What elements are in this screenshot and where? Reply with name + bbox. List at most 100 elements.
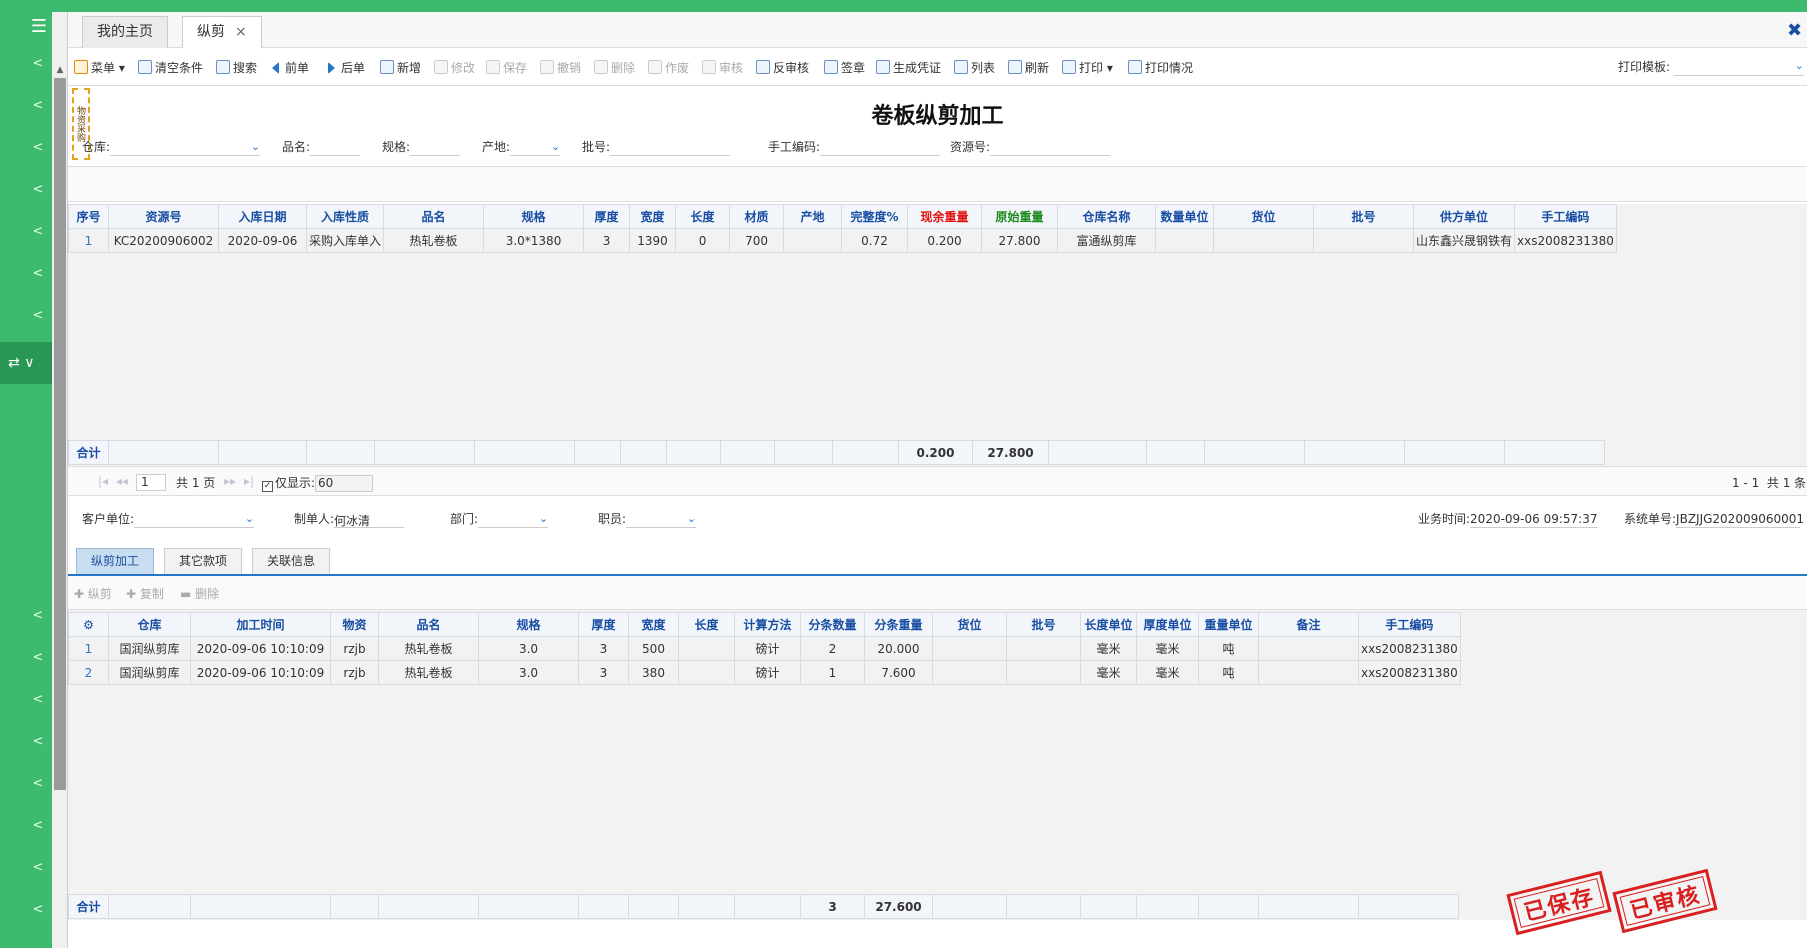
- column-header[interactable]: 仓库名称: [1057, 204, 1157, 229]
- column-header[interactable]: 计算方法: [734, 612, 801, 637]
- column-header[interactable]: 品名: [378, 612, 479, 637]
- next-button[interactable]: 后单: [328, 58, 365, 78]
- column-header[interactable]: 厚度: [578, 612, 629, 637]
- generate-voucher-button[interactable]: 生成凭证: [876, 58, 941, 78]
- business-time-field[interactable]: 业务时间:2020-09-06 09:57:37: [1418, 510, 1599, 528]
- column-header[interactable]: 数量单位: [1155, 204, 1215, 229]
- column-header[interactable]: 备注: [1258, 612, 1359, 637]
- maker-field[interactable]: 制单人:何冰清: [294, 510, 405, 528]
- delete-button[interactable]: 删除: [594, 58, 635, 78]
- slit-button[interactable]: ✚ 纵剪: [74, 585, 112, 602]
- column-header[interactable]: 长度: [675, 204, 731, 229]
- scroll-up-icon[interactable]: ▲: [54, 64, 66, 76]
- search-button[interactable]: 搜索: [216, 58, 257, 78]
- column-header[interactable]: 序号: [68, 204, 109, 229]
- warehouse-field[interactable]: 仓库: ⌄: [82, 138, 261, 156]
- column-header[interactable]: 货位: [1213, 204, 1315, 229]
- column-header[interactable]: 批号: [1313, 204, 1415, 229]
- column-header[interactable]: 厚度: [583, 204, 631, 229]
- column-header[interactable]: 宽度: [629, 204, 677, 229]
- print-template-select[interactable]: 打印模板: ⌄: [1618, 58, 1804, 76]
- sidebar-expand-3[interactable]: <: [30, 140, 46, 156]
- print-status-button[interactable]: 打印情况: [1128, 58, 1193, 78]
- sidebar-expand-6[interactable]: <: [30, 266, 46, 282]
- tab-other-charges[interactable]: 其它款项: [164, 548, 243, 574]
- sidebar-expand-10[interactable]: <: [30, 692, 46, 708]
- sidebar-expand-8[interactable]: <: [30, 608, 46, 624]
- list-button[interactable]: 列表: [954, 58, 995, 78]
- sidebar-expand-2[interactable]: <: [30, 98, 46, 114]
- column-header[interactable]: 重量单位: [1198, 612, 1259, 637]
- column-header[interactable]: 入库日期: [218, 204, 307, 229]
- manual-code-field[interactable]: 手工编码:: [768, 138, 941, 156]
- last-page-icon[interactable]: ▸|: [244, 474, 254, 488]
- menu-button[interactable]: 菜单 ▾: [74, 58, 125, 78]
- column-header[interactable]: 资源号: [108, 204, 219, 229]
- sidebar-expand-14[interactable]: <: [30, 860, 46, 876]
- tab-slitting[interactable]: 纵剪 ×: [182, 16, 262, 48]
- column-header[interactable]: 现余重量: [907, 204, 983, 229]
- column-header[interactable]: 规格: [478, 612, 579, 637]
- sidebar-expand-13[interactable]: <: [30, 818, 46, 834]
- tab-home[interactable]: 我的主页: [82, 16, 168, 48]
- column-header[interactable]: 分条数量: [800, 612, 865, 637]
- only-show-checkbox[interactable]: ✓ 仅显示: 60: [262, 474, 374, 492]
- sidebar-expand-1[interactable]: <: [30, 56, 46, 72]
- sidebar-expand-9[interactable]: <: [30, 650, 46, 666]
- gear-icon[interactable]: ⚙: [68, 612, 109, 637]
- copy-button[interactable]: ✚ 复制: [126, 585, 164, 602]
- column-header[interactable]: 原始重量: [981, 204, 1059, 229]
- close-all-icon[interactable]: ✖: [1787, 20, 1807, 41]
- sidebar-expand-12[interactable]: <: [30, 776, 46, 792]
- column-header[interactable]: 入库性质: [305, 204, 385, 229]
- undo-button[interactable]: 撤销: [540, 58, 581, 78]
- staff-field[interactable]: 职员: ⌄: [598, 510, 697, 528]
- resource-no-field[interactable]: 资源号:: [950, 138, 1111, 156]
- audit-button[interactable]: 审核: [702, 58, 743, 78]
- prev-button[interactable]: 前单: [272, 58, 309, 78]
- origin-field[interactable]: 产地: ⌄: [482, 138, 561, 156]
- column-header[interactable]: 品名: [383, 204, 485, 229]
- new-button[interactable]: 新增: [380, 58, 421, 78]
- column-header[interactable]: 厚度单位: [1136, 612, 1199, 637]
- column-header[interactable]: 仓库: [108, 612, 191, 637]
- column-header[interactable]: 货位: [932, 612, 1007, 637]
- sidebar-expand-15[interactable]: <: [30, 902, 46, 918]
- column-header[interactable]: 批号: [1006, 612, 1081, 637]
- product-name-field[interactable]: 品名:: [282, 138, 361, 156]
- column-header[interactable]: 材质: [729, 204, 785, 229]
- table-row[interactable]: 2 国润纵剪库 2020-09-06 10:10:09 rzjb 热轧卷板 3.0 3 380…: [68, 660, 1461, 685]
- column-header[interactable]: 加工时间: [190, 612, 331, 637]
- clear-conditions-button[interactable]: 清空条件: [138, 58, 203, 78]
- scrollbar-thumb[interactable]: [54, 78, 66, 790]
- sidebar-expand-4[interactable]: <: [30, 182, 46, 198]
- print-button[interactable]: 打印 ▾: [1062, 58, 1113, 78]
- customer-field[interactable]: 客户单位: ⌄: [82, 510, 255, 528]
- sign-button[interactable]: 签章: [824, 58, 865, 78]
- column-header[interactable]: 分条重量: [864, 612, 933, 637]
- column-header[interactable]: 供方单位: [1413, 204, 1516, 229]
- column-header[interactable]: 长度: [678, 612, 735, 637]
- sidebar-expand-11[interactable]: <: [30, 734, 46, 750]
- edit-button[interactable]: 修改: [434, 58, 475, 78]
- table-row[interactable]: 1 KC20200906002 2020-09-06 采购入库单入 热轧卷板 3.0*13…: [68, 228, 1617, 253]
- sidebar-item-active[interactable]: ⇄ ∨: [0, 342, 52, 384]
- save-button[interactable]: 保存: [486, 58, 527, 78]
- column-header[interactable]: 宽度: [628, 612, 679, 637]
- delete-row-button[interactable]: ▬ 删除: [180, 585, 219, 602]
- column-header[interactable]: 规格: [483, 204, 585, 229]
- sidebar-expand-7[interactable]: <: [30, 308, 46, 324]
- menu-list-icon[interactable]: ☰: [28, 16, 50, 38]
- column-header[interactable]: 物资: [330, 612, 379, 637]
- vertical-scrollbar[interactable]: ▲: [52, 12, 68, 948]
- void-button[interactable]: 作废: [648, 58, 689, 78]
- first-page-icon[interactable]: |◂: [98, 474, 108, 488]
- tab-related-info[interactable]: 关联信息: [252, 548, 331, 574]
- prev-page-icon[interactable]: ◂◂: [116, 474, 128, 488]
- tab-slitting-process[interactable]: 纵剪加工: [76, 548, 155, 574]
- batch-field[interactable]: 批号:: [582, 138, 731, 156]
- column-header[interactable]: 手工编码: [1514, 204, 1617, 229]
- next-page-icon[interactable]: ▸▸: [224, 474, 236, 488]
- refresh-button[interactable]: 刷新: [1008, 58, 1049, 78]
- page-input[interactable]: 1: [136, 474, 166, 491]
